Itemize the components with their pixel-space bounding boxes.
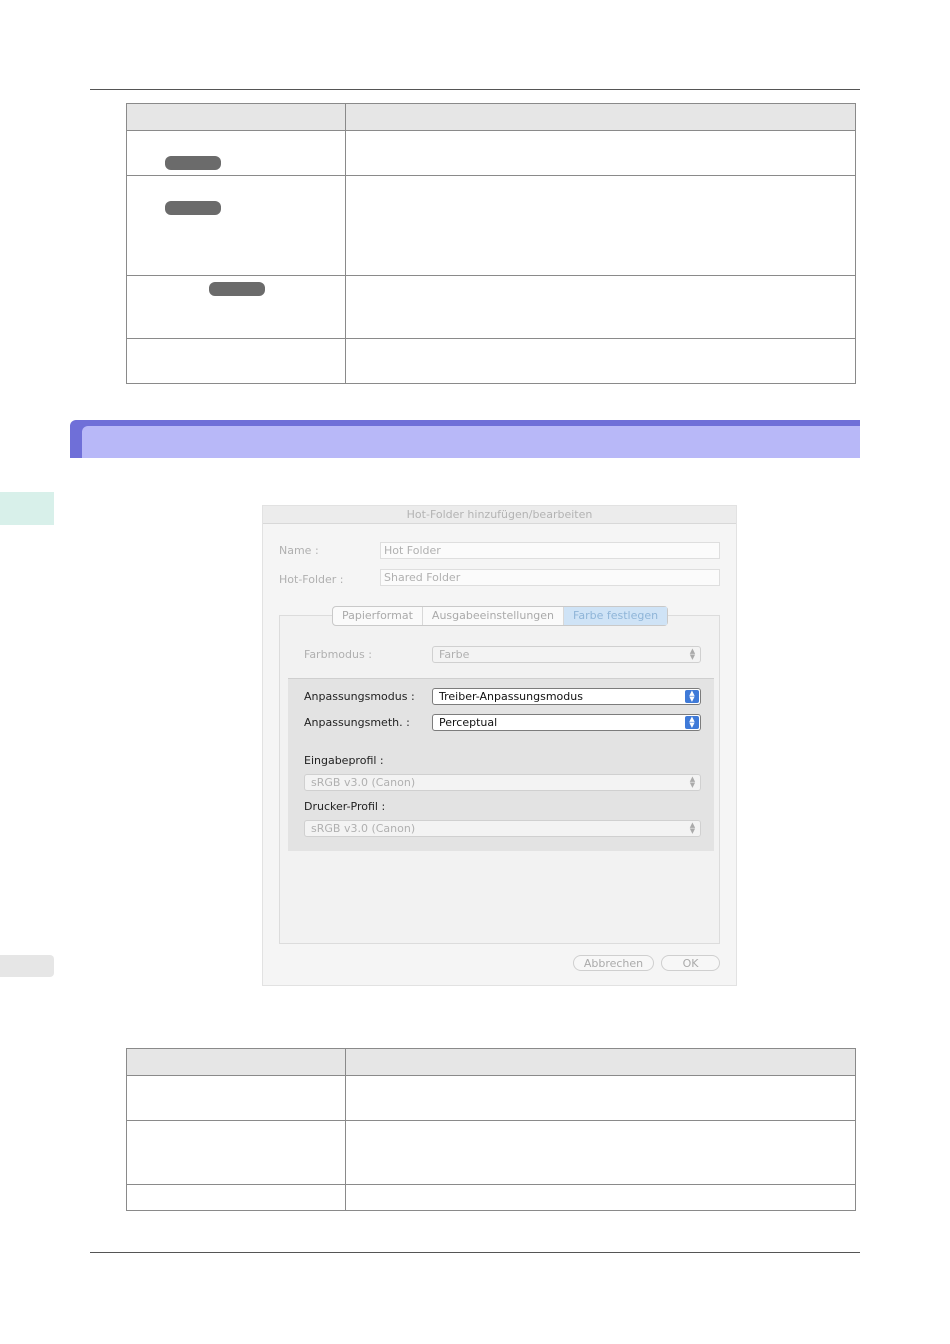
table-cell	[345, 338, 856, 384]
anpassungsmeth-value: Perceptual	[439, 716, 498, 729]
anpassungsmeth-select[interactable]: Perceptual ▲ ▼	[432, 714, 701, 731]
tab-bar: Papierformat Ausgabeeinstellungen Farbe …	[332, 606, 669, 626]
section-heading-bar	[70, 420, 860, 458]
table-cell	[345, 1120, 856, 1185]
table-cell	[345, 1184, 856, 1211]
hotfolder-field[interactable]: Shared Folder	[380, 569, 720, 586]
druckerprofil-value: sRGB v3.0 (Canon)	[311, 822, 416, 835]
tab-farbe-festlegen[interactable]: Farbe festlegen	[564, 607, 668, 625]
druckerprofil-label: Drucker-Profil :	[304, 800, 386, 813]
hotfolder-label: Hot-Folder :	[279, 573, 344, 586]
anpassungsmeth-label: Anpassungsmeth. :	[304, 716, 410, 729]
page-side-tab	[0, 955, 54, 977]
farbmodus-label: Farbmodus :	[304, 648, 372, 661]
anpassungsmodus-label: Anpassungsmodus :	[304, 690, 415, 703]
druckerprofil-select[interactable]: sRGB v3.0 (Canon) ▲ ▼	[304, 820, 701, 837]
table-cell	[345, 275, 856, 339]
table-header-cell	[345, 1048, 856, 1076]
settings-table-top	[126, 103, 856, 384]
table-cell	[345, 130, 856, 176]
table-cell	[345, 175, 856, 276]
anpassungsmodus-value: Treiber-Anpassungsmodus	[439, 690, 583, 703]
stepper-arrows-icon: ▲ ▼	[689, 775, 696, 789]
table-header-row	[126, 103, 856, 131]
eingabeprofil-label: Eingabeprofil :	[304, 754, 384, 767]
redacted-label	[165, 201, 221, 215]
table-cell	[126, 338, 346, 384]
redacted-label	[165, 156, 221, 170]
table-header-cell	[345, 103, 856, 131]
stepper-arrows-icon: ▲ ▼	[685, 690, 699, 703]
settings-table-bottom	[126, 1048, 856, 1211]
eingabeprofil-value: sRGB v3.0 (Canon)	[311, 776, 416, 789]
table-cell	[126, 1120, 346, 1185]
section-bar-fill	[82, 426, 860, 458]
table-header-row	[126, 1048, 856, 1076]
table-row	[126, 338, 856, 384]
chapter-side-tab	[0, 492, 54, 525]
table-cell	[345, 1075, 856, 1121]
table-row	[126, 130, 856, 176]
table-cell	[126, 275, 346, 339]
table-row	[126, 1184, 856, 1211]
table-cell	[126, 1075, 346, 1121]
table-header-cell	[126, 103, 346, 131]
header-rule	[90, 89, 860, 90]
stepper-arrows-icon: ▲ ▼	[689, 821, 696, 835]
farbmodus-select[interactable]: Farbe ▲ ▼	[432, 646, 701, 663]
stepper-arrows-icon: ▲ ▼	[689, 647, 696, 661]
stepper-arrows-icon: ▲ ▼	[685, 716, 699, 729]
table-row	[126, 1075, 856, 1121]
redacted-label	[209, 282, 265, 296]
eingabeprofil-select[interactable]: sRGB v3.0 (Canon) ▲ ▼	[304, 774, 701, 791]
farbmodus-value: Farbe	[439, 648, 470, 661]
tab-ausgabeeinstellungen[interactable]: Ausgabeeinstellungen	[423, 607, 565, 625]
table-cell	[126, 130, 346, 176]
ok-button[interactable]: OK	[661, 955, 720, 971]
footer-rule	[90, 1252, 860, 1253]
name-field[interactable]: Hot Folder	[380, 542, 720, 559]
table-header-cell	[126, 1048, 346, 1076]
dialog-title: Hot-Folder hinzufügen/bearbeiten	[263, 506, 736, 524]
hot-folder-dialog: Hot-Folder hinzufügen/bearbeiten Name : …	[262, 505, 737, 986]
table-cell	[126, 1184, 346, 1211]
table-row	[126, 175, 856, 276]
table-row	[126, 1120, 856, 1185]
table-row	[126, 275, 856, 339]
cancel-button[interactable]: Abbrechen	[573, 955, 654, 971]
table-cell	[126, 175, 346, 276]
name-label: Name :	[279, 544, 319, 557]
tab-papierformat[interactable]: Papierformat	[333, 607, 423, 625]
anpassungsmodus-select[interactable]: Treiber-Anpassungsmodus ▲ ▼	[432, 688, 701, 705]
